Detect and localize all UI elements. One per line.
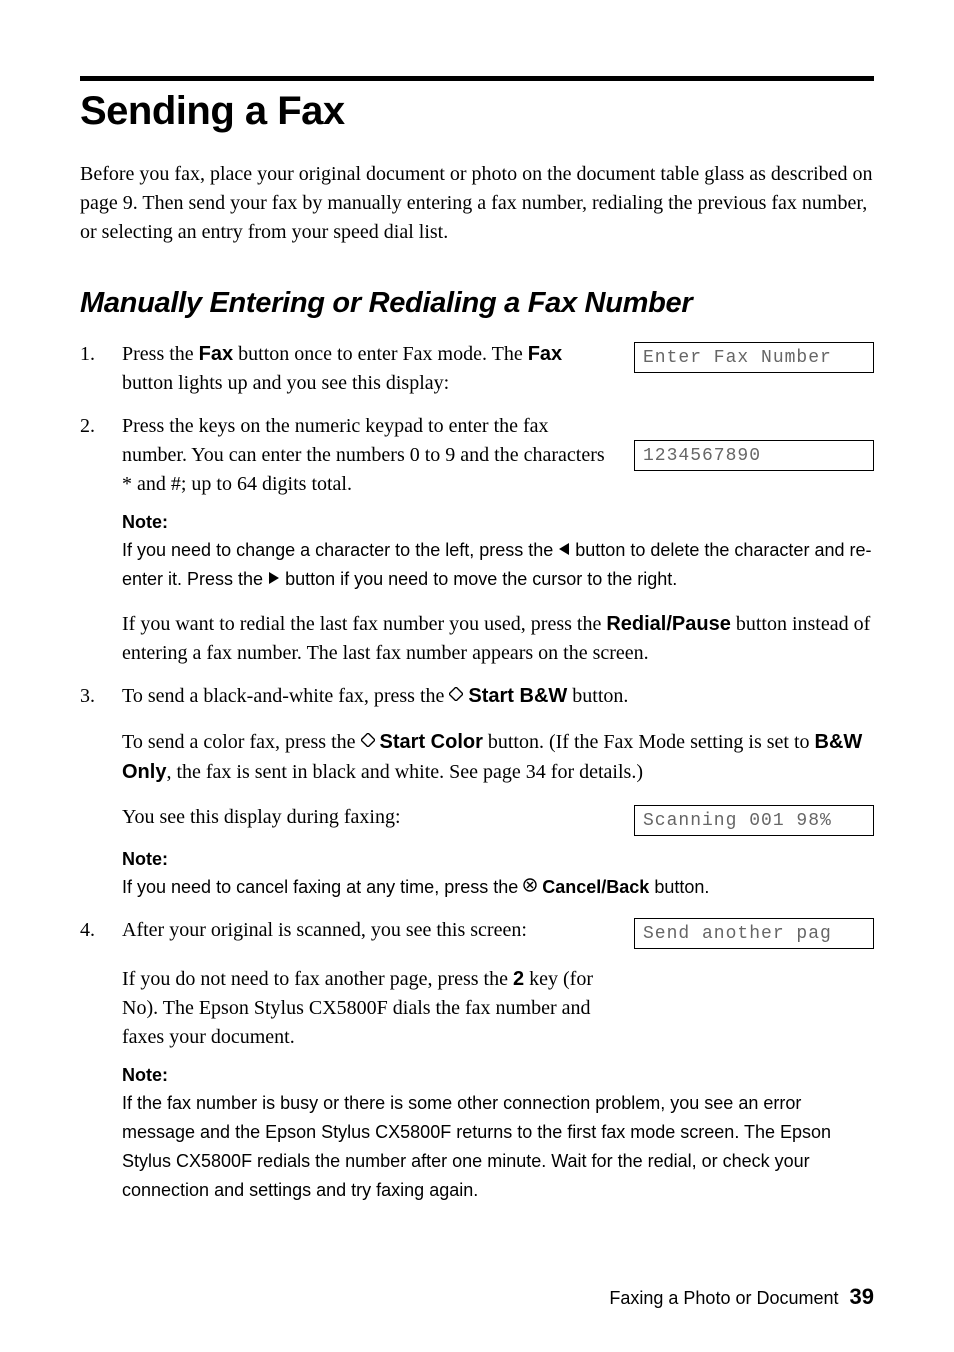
heading-1: Sending a Fax	[80, 89, 874, 134]
step-3-p2-b: button. (If the Fax Mode setting is set …	[483, 731, 815, 753]
fax-button-label-2: Fax	[528, 343, 562, 365]
key-2-label: 2	[513, 968, 524, 990]
step-2: Press the keys on the numeric keypad to …	[80, 412, 874, 668]
note-4-text: If the fax number is busy or there is so…	[122, 1093, 831, 1200]
step-3-text-b: button.	[567, 685, 628, 707]
step-3: To send a black-and-white fax, press the…	[80, 682, 874, 902]
lcd-display-3: Scanning 001 98%	[634, 805, 874, 836]
step-1: Press the Fax button once to enter Fax m…	[80, 340, 874, 398]
page-number: 39	[850, 1284, 874, 1309]
step-3-p3: You see this display during faxing:	[122, 803, 614, 832]
step-3-text-a: To send a black-and-white fax, press the	[122, 685, 449, 707]
step-2-note: Note: If you need to change a character …	[122, 509, 874, 594]
step-3-note: Note: If you need to cancel faxing at an…	[122, 846, 874, 902]
page: Sending a Fax Before you fax, place your…	[0, 0, 954, 1352]
note-3-text-a: If you need to cancel faxing at any time…	[122, 877, 523, 897]
cancel-back-label: Cancel/Back	[542, 877, 649, 897]
step-4-p2-a: If you do not need to fax another page, …	[122, 968, 513, 990]
note-2-text-c: button if you need to move the cursor to…	[280, 569, 677, 589]
step-3-p2-a: To send a color fax, press the	[122, 731, 361, 753]
start-color-label: Start Color	[380, 731, 483, 753]
lcd-display-4: Send another pag	[634, 918, 874, 949]
note-3-text-b: button.	[649, 877, 709, 897]
note-label-3: Note:	[122, 846, 874, 872]
page-footer: Faxing a Photo or Document 39	[609, 1284, 874, 1310]
heading-2: Manually Entering or Redialing a Fax Num…	[80, 287, 874, 320]
lcd-display-2: 1234567890	[634, 440, 874, 471]
diamond-icon-2	[361, 727, 375, 756]
start-bw-label: Start B&W	[468, 685, 567, 707]
steps-list: Press the Fax button once to enter Fax m…	[80, 340, 874, 1205]
intro-paragraph: Before you fax, place your original docu…	[80, 160, 874, 247]
fax-button-label: Fax	[199, 343, 233, 365]
step-4-p1: After your original is scanned, you see …	[122, 916, 614, 945]
step-2-redial: If you want to redial the last fax numbe…	[122, 610, 874, 668]
step-4-note: Note: If the fax number is busy or there…	[122, 1062, 874, 1205]
lcd-display-1: Enter Fax Number	[634, 342, 874, 373]
right-arrow-icon	[269, 572, 279, 584]
note-2-text-a: If you need to change a character to the…	[122, 540, 558, 560]
note-label-4: Note:	[122, 1062, 874, 1088]
step-2-text: Press the keys on the numeric keypad to …	[122, 412, 614, 499]
footer-title: Faxing a Photo or Document	[609, 1288, 838, 1308]
note-label: Note:	[122, 509, 874, 535]
step-1-text-b: button once to enter Fax mode. The	[233, 343, 528, 365]
left-arrow-icon	[559, 543, 569, 555]
cancel-icon	[523, 874, 537, 899]
redial-text-a: If you want to redial the last fax numbe…	[122, 613, 606, 635]
step-1-text-c: button lights up and you see this displa…	[122, 372, 449, 394]
diamond-icon	[449, 681, 463, 710]
heading-rule	[80, 76, 874, 81]
step-1-text-a: Press the	[122, 343, 199, 365]
redial-pause-label: Redial/Pause	[606, 613, 731, 635]
step-3-p2-c: , the fax is sent in black and white. Se…	[166, 761, 643, 783]
step-4: After your original is scanned, you see …	[80, 916, 874, 1205]
